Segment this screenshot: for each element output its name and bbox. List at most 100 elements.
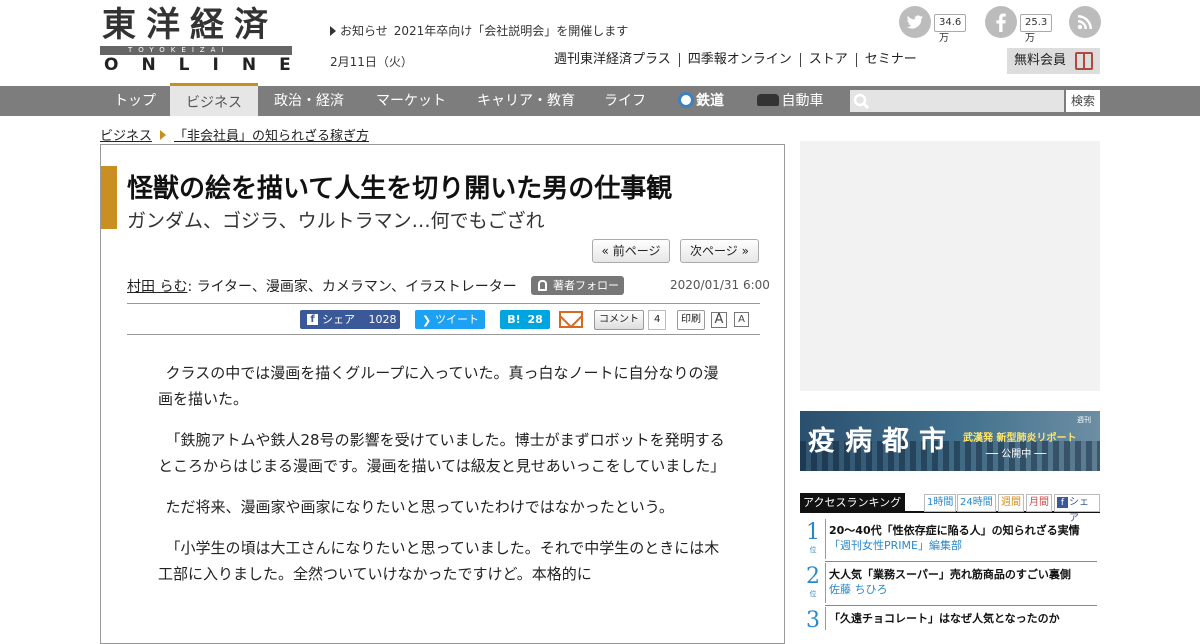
breadcrumb-series[interactable]: 「非会社員」の知られざる稼ぎ方 <box>174 129 369 144</box>
banner-publisher: 週刊 <box>1077 416 1091 424</box>
gift-icon <box>1075 52 1093 70</box>
ranking-item-title[interactable]: 20～40代「性依存症に陥る人」の知られざる実情 <box>829 522 1080 538</box>
article-paragraph: 「小学生の頃は大工さんになりたいと思っていました。それで中学生のときには木工部に… <box>158 539 720 583</box>
tweet-button[interactable]: ❯ ツイート <box>415 310 485 329</box>
author-line: 村田 らむ: ライター、漫画家、カメラマン、イラストレーター <box>127 276 517 296</box>
main-nav: トップ ビジネス 政治・経済 マーケット キャリア・教育 ライフ 鉄道 自動車 … <box>0 83 1200 116</box>
share-bar: f シェア 1028 ❯ ツイート B! 28 コメント 4 印刷 A A <box>127 303 760 335</box>
rss-icon[interactable] <box>1069 6 1101 38</box>
nav-top[interactable]: トップ <box>100 86 170 116</box>
nav-railway-label: 鉄道 <box>696 93 724 109</box>
current-date: 2月11日（火） <box>330 55 413 69</box>
next-page-button[interactable]: 次ページ » <box>680 239 759 263</box>
comment-count: 4 <box>648 310 667 330</box>
logo-sub: TOYOKEIZAI <box>128 46 230 54</box>
hatena-label: B! <box>507 313 521 326</box>
headline-accent-bar <box>101 166 117 229</box>
logo-kanji: 東洋経済 <box>102 5 278 45</box>
ranking-tab-1h[interactable]: 1時間 <box>924 494 957 512</box>
free-member-button[interactable]: 無料会員 <box>1007 48 1100 74</box>
follow-author-button[interactable]: 著者フォロー <box>531 276 624 295</box>
link-weekly-plus[interactable]: 週刊東洋経済プラス <box>546 53 679 67</box>
author-role: : ライター、漫画家、カメラマン、イラストレーター <box>187 279 517 295</box>
facebook-share-label: シェア <box>322 313 355 326</box>
ranking-item-author[interactable]: 佐藤 ちひろ <box>829 581 888 597</box>
notice-label: お知らせ <box>340 24 388 38</box>
tweet-label: ツイート <box>435 313 479 326</box>
banner-title: 疫病都市 <box>808 426 956 457</box>
member-label: 無料会員 <box>1014 53 1067 68</box>
nav-politics-economy[interactable]: 政治・経済 <box>258 86 360 116</box>
font-small-button[interactable]: A <box>734 312 749 327</box>
nav-business[interactable]: ビジネス <box>170 83 258 116</box>
ranking-tab-share[interactable]: f シェア <box>1054 494 1100 524</box>
ranking-number: 1 <box>806 520 820 545</box>
link-shikiho[interactable]: 四季報オンライン <box>678 53 800 67</box>
search-button[interactable]: 検索 <box>1066 90 1100 112</box>
ranking-item[interactable]: 2 位 大人気「業務スーパー」売れ筋商品のすごい裏側 佐藤 ちひろ <box>800 563 1100 607</box>
font-large-button[interactable]: A <box>711 312 727 328</box>
publish-date: 2020/01/31 6:00 <box>670 278 770 292</box>
ranking-divider <box>825 519 826 559</box>
ranking-header: アクセスランキング 1時間 24時間 週間 月間 f シェア <box>800 493 1100 524</box>
comment-button[interactable]: コメント <box>594 310 644 330</box>
nav-life[interactable]: ライフ <box>590 86 660 116</box>
article-paragraph: 「鉄腕アトムや鉄人28号の影響を受けていました。博士がまずロボットを発明するとこ… <box>158 431 726 475</box>
facebook-icon[interactable] <box>985 6 1017 38</box>
search-input[interactable] <box>850 90 1064 112</box>
twitter-icon[interactable] <box>899 6 931 38</box>
epidemic-city-banner[interactable]: 疫病都市 武漢発 新型肺炎リポート ── 公開中 ── 週刊 <box>800 411 1100 471</box>
article-subhead: ガンダム、ゴジラ、ウルトラマン…何でもござれ <box>127 210 545 232</box>
ranking-number: 2 <box>806 564 820 589</box>
train-icon <box>678 92 694 108</box>
follow-label: 著者フォロー <box>553 279 619 292</box>
person-icon <box>538 280 547 291</box>
ranking-item-title[interactable]: 大人気「業務スーパー」売れ筋商品のすごい裏側 <box>829 566 1071 582</box>
chevron-right-icon <box>160 130 167 140</box>
facebook-icon: f <box>1057 497 1068 508</box>
author-name[interactable]: 村田 らむ <box>127 279 187 295</box>
notice[interactable]: お知らせ 2021年卒向け「会社説明会」を開催します <box>330 22 628 39</box>
article-headline: 怪獣の絵を描いて人生を切り開いた男の仕事観 <box>127 174 673 204</box>
twitter-count: 34.6万 <box>934 14 967 44</box>
facebook-share-count: 1028 <box>368 313 397 326</box>
breadcrumb-section[interactable]: ビジネス <box>100 129 152 144</box>
article-paragraph: ただ将来、漫画家や画家になりたいと思っていたわけではなかったという。 <box>165 498 674 516</box>
ranking-tab-weekly[interactable]: 週間 <box>998 494 1024 512</box>
notice-title[interactable]: 2021年卒向け「会社説明会」を開催します <box>394 24 629 38</box>
banner-status: ── 公開中 ── <box>986 449 1047 460</box>
ranking-item-title[interactable]: 「久遠チョコレート」はなぜ人気となったのか <box>829 610 1060 626</box>
ranking-divider <box>825 607 826 630</box>
ranking-tab-monthly[interactable]: 月間 <box>1026 494 1052 512</box>
link-seminar[interactable]: セミナー <box>855 53 925 67</box>
nav-market[interactable]: マーケット <box>360 86 462 116</box>
ranking-number: 3 <box>806 608 820 631</box>
ranking-item[interactable]: 1 位 20～40代「性依存症に陥る人」の知られざる実情 「週刊女性PRIME」… <box>800 519 1100 563</box>
top-links: 週刊東洋経済プラス 四季報オンライン ストア セミナー <box>546 53 925 67</box>
ranking-separator <box>825 605 1097 606</box>
article-body: クラスの中では漫画を描くグループに入っていた。真っ白なノートに自分なりの漫画を描… <box>158 360 728 602</box>
print-button[interactable]: 印刷 <box>677 310 705 330</box>
nav-automobile-label: 自動車 <box>781 93 824 109</box>
hatena-bookmark-button[interactable]: B! 28 <box>500 310 550 329</box>
facebook-icon: f <box>307 314 318 325</box>
prev-page-button[interactable]: « 前ページ <box>592 239 670 263</box>
nav-automobile[interactable]: 自動車 <box>748 86 832 116</box>
mail-icon[interactable] <box>559 311 583 328</box>
link-store[interactable]: ストア <box>799 53 856 67</box>
site-header: 東洋経済 TOYOKEIZAI ONLINE お知らせ 2021年卒向け「会社説明… <box>0 0 1200 86</box>
ranking-title: アクセスランキング <box>800 493 905 513</box>
nav-career-education[interactable]: キャリア・教育 <box>462 86 590 116</box>
article: 怪獣の絵を描いて人生を切り開いた男の仕事観 ガンダム、ゴジラ、ウルトラマン…何で… <box>100 144 785 644</box>
ranking-item[interactable]: 3 「久遠チョコレート」はなぜ人気となったのか <box>800 607 1100 630</box>
search-icon <box>853 93 870 110</box>
ranking-separator <box>825 561 1097 562</box>
nav-railway[interactable]: 鉄道 <box>668 86 734 116</box>
ranking-suffix: 位 <box>809 546 817 554</box>
ranking-tab-24h[interactable]: 24時間 <box>957 494 996 512</box>
facebook-share-button[interactable]: f シェア 1028 <box>300 310 400 329</box>
site-logo[interactable]: 東洋経済 TOYOKEIZAI ONLINE <box>100 5 292 75</box>
ranking-item-author[interactable]: 「週刊女性PRIME」編集部 <box>829 537 962 553</box>
twitter-icon: ❯ <box>422 314 432 327</box>
banner-subtitle: 武漢発 新型肺炎リポート <box>963 433 1077 444</box>
